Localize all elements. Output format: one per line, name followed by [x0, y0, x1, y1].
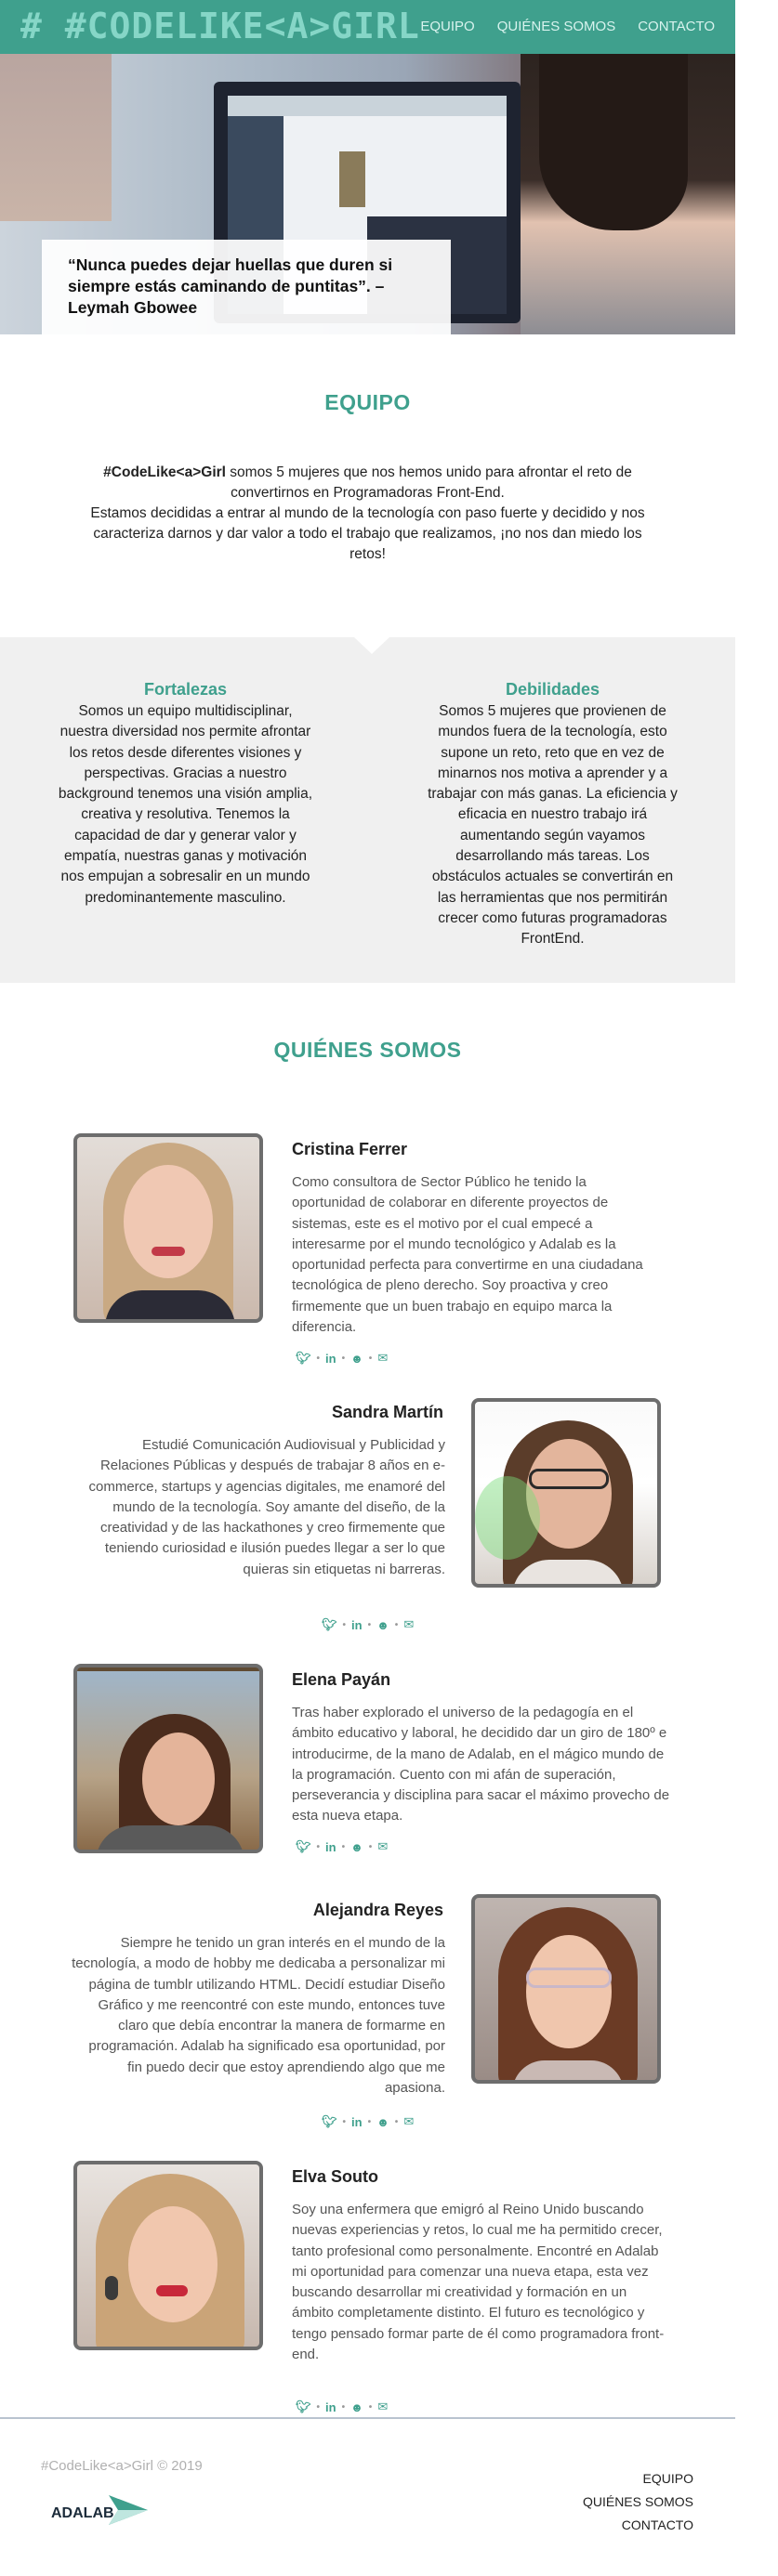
- footer-divider: [0, 2417, 735, 2419]
- email-icon[interactable]: ✉: [377, 1351, 388, 1366]
- member-social-links: 🐦︎ • in • ☻ • ✉: [322, 1617, 415, 1632]
- member-photo-cristina: [73, 1133, 263, 1323]
- debilidades-block: Debilidades Somos 5 mujeres que proviene…: [425, 680, 680, 950]
- hero-hand-shape: [0, 54, 112, 221]
- member-bio: Soy una enfermera que emigró al Reino Un…: [292, 2202, 665, 2363]
- nav-link-contacto[interactable]: CONTACTO: [638, 19, 715, 34]
- member-social-links: 🐦︎ • in • ☻ • ✉: [296, 1351, 389, 1366]
- adalab-logo[interactable]: ADALAB: [51, 2490, 153, 2530]
- twitter-icon[interactable]: 🐦︎: [296, 1351, 311, 1366]
- linkedin-icon[interactable]: in: [351, 1618, 363, 1632]
- member-social-links: 🐦︎ • in • ☻ • ✉: [322, 2114, 415, 2129]
- hero-quote-text: “Nunca puedes dejar huellas que duren si…: [68, 255, 393, 295]
- page: # #CODELIKE<A>GIRL EQUIPO QUIÉNES SOMOS …: [0, 0, 778, 2576]
- member-bio: Tras haber explorado el universo de la p…: [292, 1705, 670, 1824]
- footer-nav: EQUIPO QUIÉNES SOMOS CONTACTO: [583, 2467, 693, 2537]
- linkedin-icon[interactable]: in: [325, 1352, 336, 1366]
- debilidades-title: Debilidades: [505, 680, 600, 699]
- github-icon[interactable]: ☻: [376, 1618, 389, 1632]
- main-nav: EQUIPO QUIÉNES SOMOS CONTACTO: [420, 19, 715, 34]
- site-logo[interactable]: # #CODELIKE<A>GIRL: [20, 6, 420, 46]
- twitter-icon[interactable]: 🐦︎: [296, 2399, 311, 2414]
- nav-link-quienes-somos[interactable]: QUIÉNES SOMOS: [497, 19, 616, 34]
- quienes-somos-title: QUIÉNES SOMOS: [273, 1038, 462, 1062]
- brand-name: #CodeLike<a>Girl: [103, 464, 226, 480]
- fortalezas-text: Somos un equipo multidisciplinar, nuestr…: [58, 703, 313, 906]
- member-name: Cristina Ferrer: [292, 1140, 408, 1158]
- github-icon[interactable]: ☻: [350, 1840, 363, 1854]
- email-icon[interactable]: ✉: [403, 1617, 414, 1632]
- nav-link-equipo[interactable]: EQUIPO: [420, 19, 474, 34]
- member-photo-sandra: [471, 1398, 661, 1588]
- right-gutter: [735, 0, 778, 2576]
- email-icon[interactable]: ✉: [403, 2114, 414, 2129]
- footer-link-quienes-somos[interactable]: QUIÉNES SOMOS: [583, 2491, 693, 2514]
- member-social-links: 🐦︎ • in • ☻ • ✉: [296, 1839, 389, 1854]
- member-name: Elva Souto: [292, 2167, 379, 2186]
- fortalezas-block: Fortalezas Somos un equipo multidiscipli…: [58, 680, 313, 909]
- member-name: Alejandra Reyes: [312, 1901, 443, 1919]
- member-photo-alejandra: [471, 1894, 661, 2084]
- member-bio: Estudié Comunicación Audiovisual y Publi…: [88, 1437, 445, 1577]
- member-photo-elva: [73, 2161, 263, 2350]
- twitter-icon[interactable]: 🐦︎: [322, 2114, 337, 2129]
- member-bio: Como consultora de Sector Público he ten…: [292, 1174, 643, 1336]
- twitter-icon[interactable]: 🐦︎: [296, 1839, 311, 1854]
- linkedin-icon[interactable]: in: [325, 2400, 336, 2414]
- hero-person-hair: [539, 54, 688, 230]
- member-social-links: 🐦︎ • in • ☻ • ✉: [296, 2399, 389, 2414]
- email-icon[interactable]: ✉: [377, 2399, 388, 2414]
- member-name: Sandra Martín: [331, 1403, 443, 1421]
- linkedin-icon[interactable]: in: [325, 1840, 336, 1854]
- adalab-wordmark: ADALAB: [51, 2505, 114, 2521]
- member-photo-elena: [73, 1664, 263, 1853]
- equipo-intro-1: somos 5 mujeres que nos hemos unido para…: [225, 464, 632, 501]
- github-icon[interactable]: ☻: [350, 1352, 363, 1366]
- linkedin-icon[interactable]: in: [351, 2115, 363, 2129]
- member-name: Elena Payán: [292, 1670, 391, 1689]
- member-bio: Siempre he tenido un gran interés en el …: [72, 1935, 445, 2097]
- site-header: # #CODELIKE<A>GIRL EQUIPO QUIÉNES SOMOS …: [0, 0, 735, 54]
- twitter-icon[interactable]: 🐦︎: [322, 1617, 337, 1632]
- hero-quote-box: “Nunca puedes dejar huellas que duren si…: [42, 240, 451, 334]
- footer-copyright: #CodeLike<a>Girl © 2019: [41, 2458, 203, 2474]
- main-wrapper: # #CODELIKE<A>GIRL EQUIPO QUIÉNES SOMOS …: [0, 0, 735, 2576]
- equipo-title: EQUIPO: [324, 390, 411, 414]
- equipo-intro: #CodeLike<a>Girl somos 5 mujeres que nos…: [84, 463, 652, 565]
- section-notch: [354, 637, 389, 654]
- equipo-intro-2: Estamos decididas a entrar al mundo de l…: [90, 505, 645, 562]
- fortalezas-title: Fortalezas: [143, 680, 228, 699]
- footer-link-contacto[interactable]: CONTACTO: [583, 2514, 693, 2537]
- github-icon[interactable]: ☻: [376, 2115, 389, 2129]
- hero-quote-author: Leymah Gbowee: [68, 298, 198, 317]
- email-icon[interactable]: ✉: [377, 1839, 388, 1854]
- debilidades-text: Somos 5 mujeres que provienen de mundos …: [428, 703, 678, 948]
- github-icon[interactable]: ☻: [350, 2400, 363, 2414]
- footer-link-equipo[interactable]: EQUIPO: [583, 2467, 693, 2491]
